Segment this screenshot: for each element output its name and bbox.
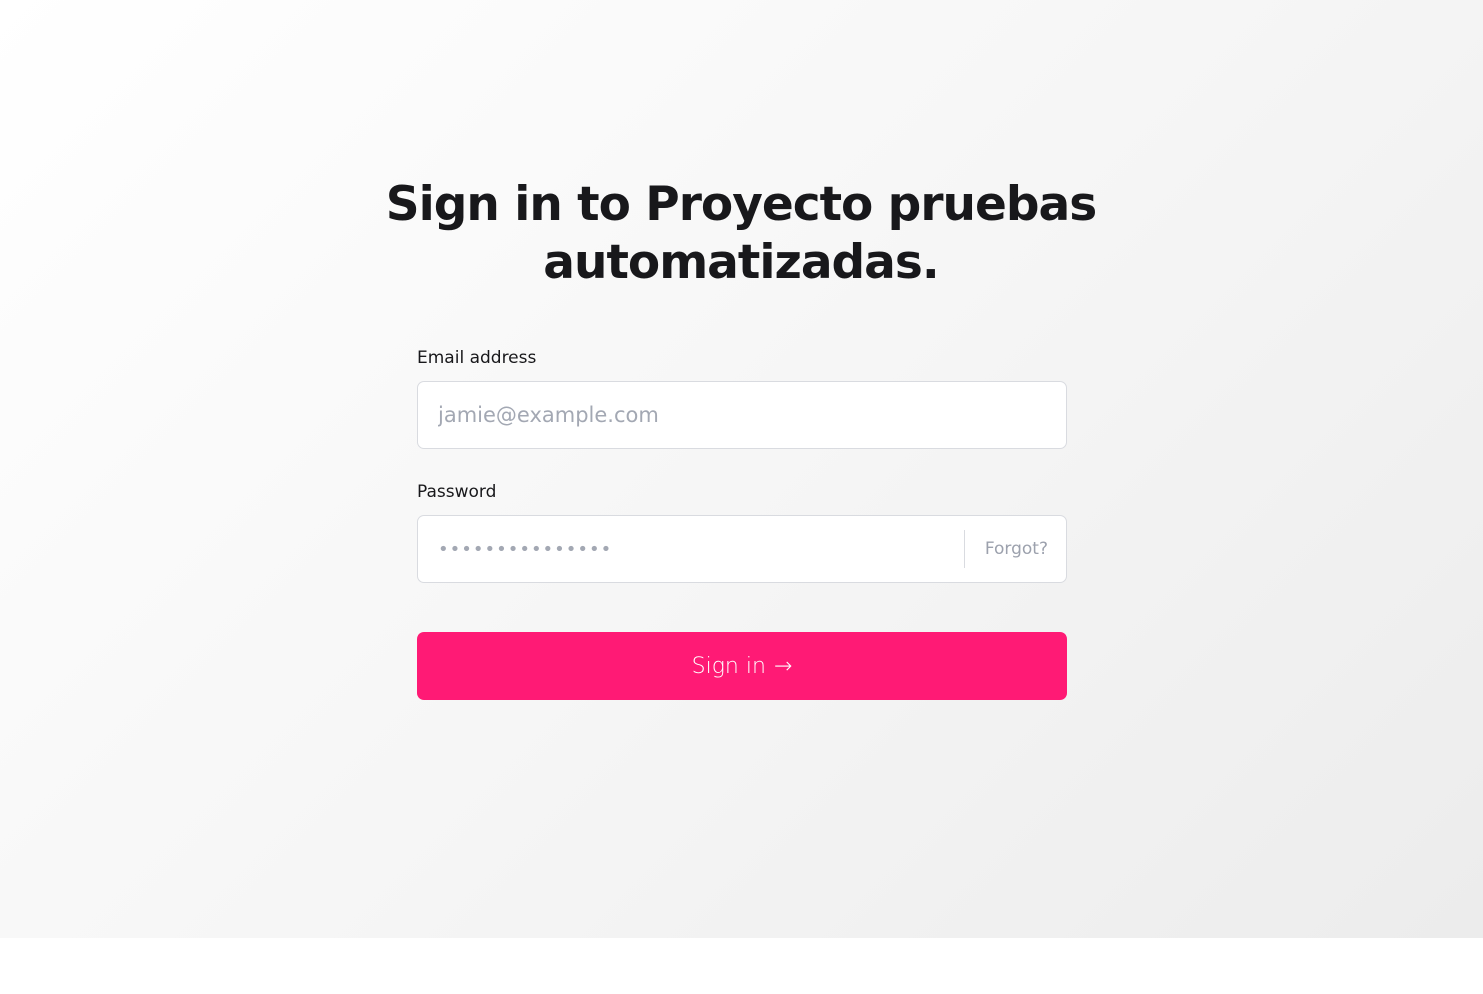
email-label: Email address [417, 348, 537, 368]
email-input[interactable] [418, 382, 1066, 448]
password-label: Password [417, 482, 497, 502]
forgot-password-link[interactable]: Forgot? [985, 516, 1048, 582]
field-divider [964, 530, 965, 568]
password-input[interactable] [418, 516, 964, 582]
sign-in-button[interactable]: Sign in → [417, 632, 1067, 700]
sign-in-label: Sign in [691, 653, 766, 679]
login-page: Sign in to Proyecto pruebas automatizada… [0, 0, 1483, 938]
arrow-right-icon: → [773, 653, 793, 679]
password-field-wrapper: Forgot? [417, 515, 1067, 583]
page-title: Sign in to Proyecto pruebas automatizada… [385, 177, 1097, 290]
email-field-wrapper [417, 381, 1067, 449]
